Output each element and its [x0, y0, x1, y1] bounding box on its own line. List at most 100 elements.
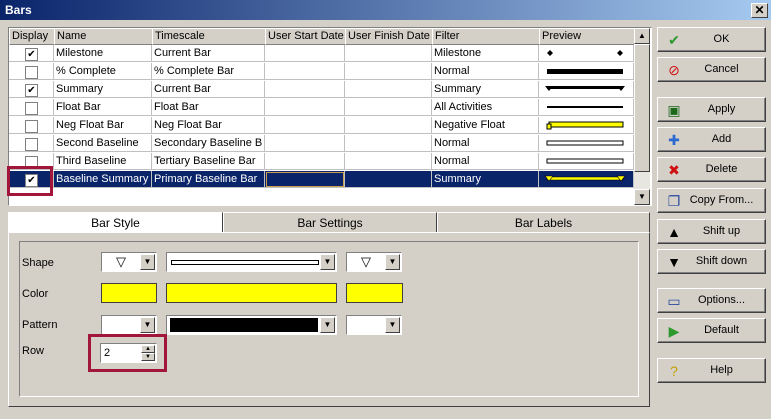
middle-color-swatch[interactable] — [166, 283, 337, 303]
timescale-cell[interactable]: Current Bar — [152, 45, 265, 62]
display-cell: ✔ — [9, 81, 54, 98]
start-cell[interactable] — [265, 117, 345, 134]
table-row[interactable]: ✔ Baseline Summary Primary Baseline Bar Sum… — [9, 171, 634, 189]
display-checkbox[interactable] — [25, 66, 38, 79]
preview-cell — [539, 117, 634, 134]
help-button[interactable]: ? Help — [657, 358, 766, 383]
start-cell[interactable] — [265, 99, 345, 116]
start-cell[interactable] — [265, 63, 345, 80]
table-row[interactable]: Second Baseline Secondary Baseline B Norma… — [9, 135, 634, 153]
display-checkbox[interactable]: ✔ — [25, 48, 38, 61]
col-header-display[interactable]: Display — [9, 28, 55, 45]
display-checkbox[interactable] — [25, 138, 38, 151]
apply-icon: ▣ — [667, 102, 681, 118]
start-cell[interactable] — [265, 153, 345, 170]
start-pattern-select[interactable]: ▼ — [101, 315, 157, 335]
display-cell — [9, 135, 54, 152]
finish-cell[interactable] — [345, 81, 432, 98]
tab-bar-settings[interactable]: Bar Settings — [223, 212, 437, 233]
middle-shape-select[interactable]: ▼ — [166, 252, 337, 272]
name-cell[interactable]: Baseline Summary — [54, 171, 152, 188]
table-row[interactable]: Third Baseline Tertiary Baseline Bar Norma… — [9, 153, 634, 171]
col-header-filter[interactable]: Filter — [432, 28, 540, 45]
col-header-name[interactable]: Name — [54, 28, 153, 45]
end-pattern-select[interactable]: ▼ — [346, 315, 402, 335]
table-row[interactable]: ✔ Milestone Current Bar Milestone — [9, 45, 634, 63]
timescale-cell[interactable]: Neg Float Bar — [152, 117, 265, 134]
filter-cell[interactable]: Summary — [432, 81, 539, 98]
default-button[interactable]: ▶ Default — [657, 318, 766, 343]
chevron-down-icon[interactable]: ▼ — [140, 254, 155, 270]
ok-button[interactable]: ✔ OK — [657, 27, 766, 52]
filter-cell[interactable]: All Activities — [432, 99, 539, 116]
finish-cell[interactable] — [345, 171, 432, 188]
start-shape-select[interactable]: ▽ ▼ — [101, 252, 157, 272]
filter-cell[interactable]: Negative Float — [432, 117, 539, 134]
start-cell[interactable] — [265, 45, 345, 62]
filter-cell[interactable]: Normal — [432, 135, 539, 152]
chevron-down-icon[interactable]: ▼ — [320, 254, 335, 270]
end-color-swatch[interactable] — [346, 283, 403, 303]
add-button[interactable]: ✚ Add — [657, 127, 766, 152]
end-shape-select[interactable]: ▽ ▼ — [346, 252, 402, 272]
filter-cell[interactable]: Normal — [432, 63, 539, 80]
tab-bar-style[interactable]: Bar Style — [8, 212, 223, 233]
name-cell[interactable]: Neg Float Bar — [54, 117, 152, 134]
apply-button[interactable]: ▣ Apply — [657, 97, 766, 122]
name-cell[interactable]: Second Baseline — [54, 135, 152, 152]
table-row[interactable]: Float Bar Float Bar All Activities — [9, 99, 634, 117]
table-row[interactable]: % Complete% Complete Bar Normal — [9, 63, 634, 81]
name-cell[interactable]: Milestone — [54, 45, 152, 62]
copy-from-button[interactable]: ❐ Copy From... — [657, 188, 766, 213]
timescale-cell[interactable]: Float Bar — [152, 99, 265, 116]
finish-cell[interactable] — [345, 117, 432, 134]
timescale-cell[interactable]: % Complete Bar — [152, 63, 265, 80]
finish-cell[interactable] — [345, 153, 432, 170]
chevron-down-icon[interactable]: ▼ — [140, 317, 155, 333]
chevron-down-icon[interactable]: ▼ — [385, 317, 400, 333]
finish-cell[interactable] — [345, 135, 432, 152]
table-row[interactable]: ✔ Summary Current Bar Summary — [9, 81, 634, 99]
col-header-preview[interactable]: Preview — [539, 28, 636, 45]
scroll-up-button[interactable]: ▲ — [634, 28, 650, 44]
options-button[interactable]: ▭ Options... — [657, 288, 766, 313]
shift-up-button[interactable]: ▲ Shift up — [657, 219, 766, 244]
filter-cell[interactable]: Normal — [432, 153, 539, 170]
table-scrollbar[interactable]: ▲ ▼ — [634, 28, 650, 205]
middle-pattern-select[interactable]: ▼ — [166, 315, 337, 335]
display-checkbox[interactable] — [25, 102, 38, 115]
timescale-cell[interactable]: Primary Baseline Bar — [152, 171, 265, 188]
shift-down-button[interactable]: ▼ Shift down — [657, 249, 766, 274]
scroll-thumb[interactable] — [634, 44, 650, 172]
timescale-cell[interactable]: Current Bar — [152, 81, 265, 98]
col-header-user-start-date[interactable]: User Start Date — [265, 28, 346, 45]
scroll-down-button[interactable]: ▼ — [634, 189, 650, 205]
close-button[interactable]: ✕ — [751, 3, 768, 18]
chevron-down-icon[interactable]: ▼ — [385, 254, 400, 270]
finish-cell[interactable] — [345, 99, 432, 116]
display-checkbox[interactable] — [25, 120, 38, 133]
cancel-button[interactable]: ⊘ Cancel — [657, 57, 766, 82]
filter-cell[interactable]: Milestone — [432, 45, 539, 62]
name-cell[interactable]: Float Bar — [54, 99, 152, 116]
timescale-cell[interactable]: Secondary Baseline B — [152, 135, 265, 152]
tab-bar-labels[interactable]: Bar Labels — [437, 212, 650, 233]
start-cell[interactable] — [265, 171, 345, 188]
display-checkbox[interactable]: ✔ — [25, 84, 38, 97]
delete-button[interactable]: ✖ Delete — [657, 157, 766, 182]
name-cell[interactable]: Summary — [54, 81, 152, 98]
name-cell[interactable]: % Complete — [54, 63, 152, 80]
table-row[interactable]: Neg Float Bar Neg Float Bar Negative Float — [9, 117, 634, 135]
start-color-swatch[interactable] — [101, 283, 157, 303]
finish-cell[interactable] — [345, 63, 432, 80]
col-header-user-finish-date[interactable]: User Finish Date — [345, 28, 433, 45]
timescale-cell[interactable]: Tertiary Baseline Bar — [152, 153, 265, 170]
col-header-timescale[interactable]: Timescale — [152, 28, 266, 45]
start-cell[interactable] — [265, 135, 345, 152]
start-cell[interactable] — [265, 81, 345, 98]
finish-cell[interactable] — [345, 45, 432, 62]
name-cell[interactable]: Third Baseline — [54, 153, 152, 170]
filter-cell[interactable]: Summary — [432, 171, 539, 188]
chevron-down-icon[interactable]: ▼ — [320, 317, 335, 333]
display-cell — [9, 99, 54, 116]
